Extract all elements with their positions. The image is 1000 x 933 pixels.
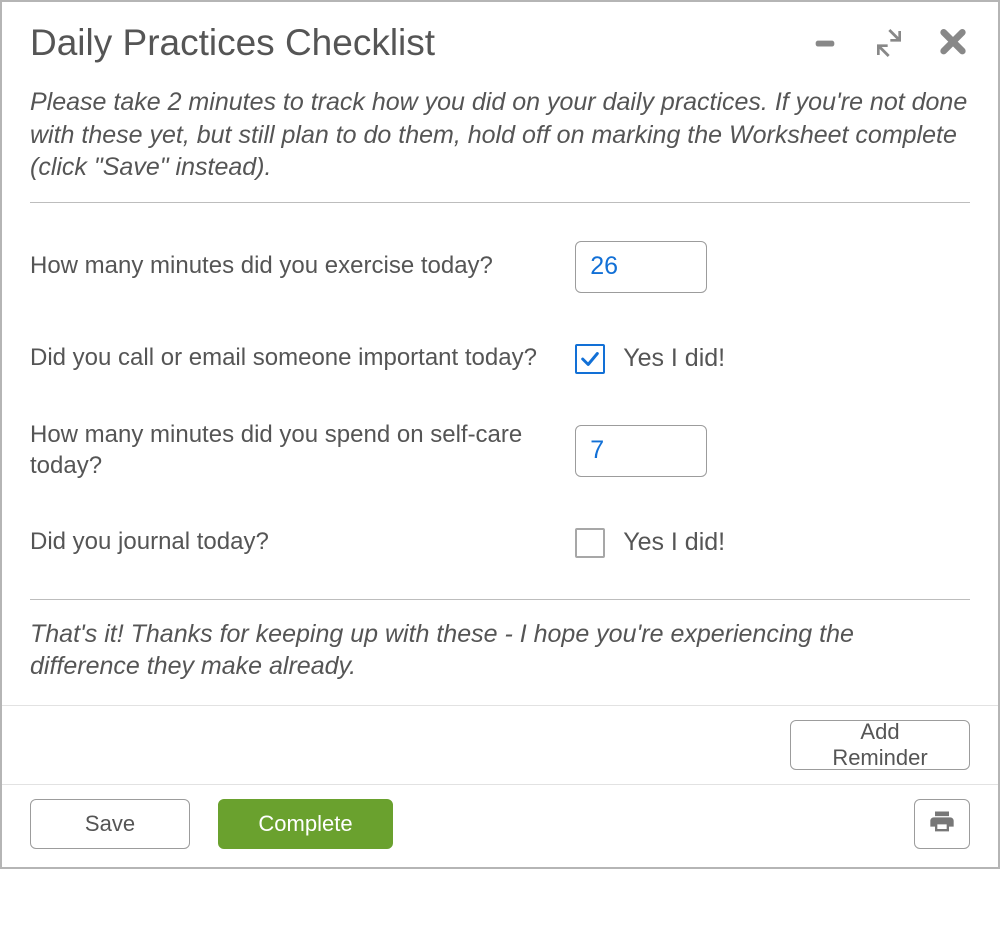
- footer-row: Save Complete: [2, 784, 998, 867]
- window-controls: [808, 26, 970, 60]
- intro-text: Please take 2 minutes to track how you d…: [30, 86, 970, 184]
- question-label: How many minutes did you exercise today?: [30, 251, 575, 282]
- question-control: [575, 425, 970, 477]
- question-row: Did you journal today? Yes I did!: [30, 497, 970, 589]
- checkbox-label: Yes I did!: [623, 344, 725, 373]
- complete-button[interactable]: Complete: [218, 799, 393, 849]
- contacted-checkbox[interactable]: [575, 344, 605, 374]
- checkbox-label: Yes I did!: [623, 528, 725, 557]
- modal-title: Daily Practices Checklist: [30, 22, 435, 64]
- question-label: Did you call or email someone important …: [30, 343, 575, 374]
- exercise-minutes-input[interactable]: [575, 241, 707, 293]
- divider: [30, 599, 970, 600]
- minimize-icon[interactable]: [808, 26, 842, 60]
- collapse-icon[interactable]: [872, 26, 906, 60]
- save-button[interactable]: Save: [30, 799, 190, 849]
- divider: [30, 202, 970, 203]
- question-label: How many minutes did you spend on self-c…: [30, 420, 575, 481]
- printer-icon: [928, 808, 956, 839]
- question-control: [575, 241, 970, 293]
- question-row: How many minutes did you spend on self-c…: [30, 405, 970, 497]
- print-button[interactable]: [914, 799, 970, 849]
- add-reminder-button[interactable]: Add Reminder: [790, 720, 970, 770]
- checklist-modal: Daily Practices Checklist Please take 2 …: [0, 0, 1000, 869]
- question-control: Yes I did!: [575, 344, 970, 374]
- question-control: Yes I did!: [575, 528, 970, 558]
- close-icon[interactable]: [936, 26, 970, 60]
- reminder-row: Add Reminder: [2, 705, 998, 784]
- question-label: Did you journal today?: [30, 527, 575, 558]
- selfcare-minutes-input[interactable]: [575, 425, 707, 477]
- question-row: Did you call or email someone important …: [30, 313, 970, 405]
- journal-checkbox[interactable]: [575, 528, 605, 558]
- modal-header: Daily Practices Checklist: [2, 2, 998, 74]
- outro-text: That's it! Thanks for keeping up with th…: [30, 618, 970, 683]
- modal-body: Please take 2 minutes to track how you d…: [2, 74, 998, 705]
- question-row: How many minutes did you exercise today?: [30, 221, 970, 313]
